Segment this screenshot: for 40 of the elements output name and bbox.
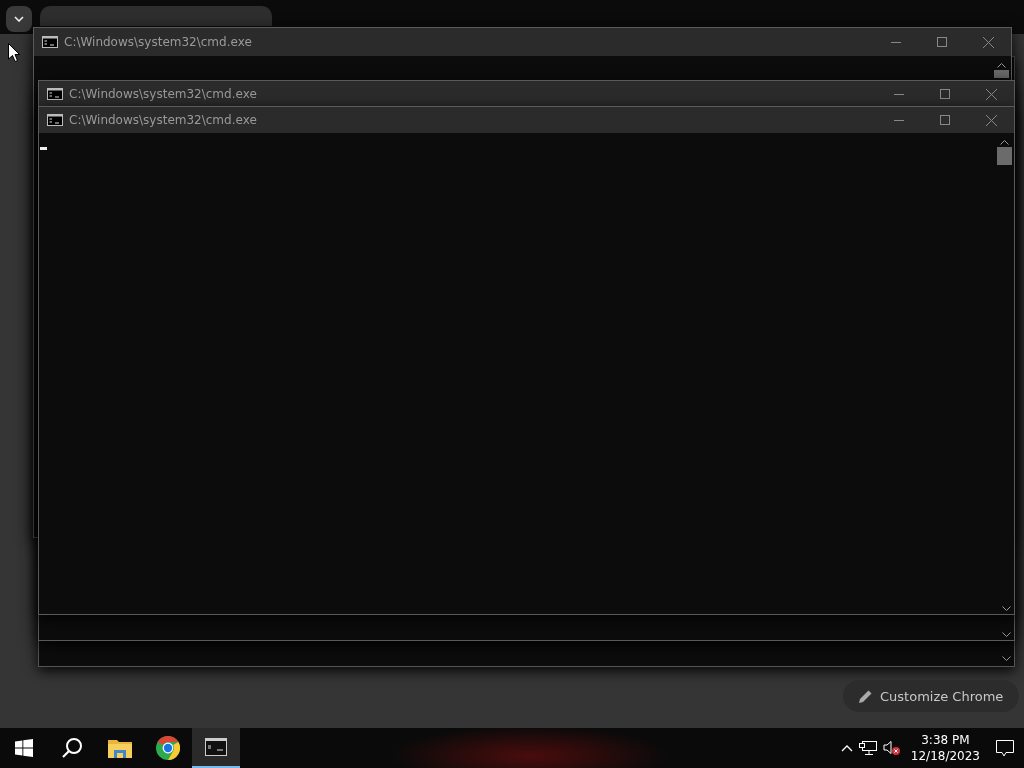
close-icon[interactable] (982, 36, 994, 48)
minimize-icon[interactable] (894, 93, 904, 95)
scroll-down-icon[interactable] (1002, 606, 1011, 612)
close-icon[interactable] (985, 114, 997, 126)
folder-icon (108, 738, 132, 758)
maximize-icon[interactable] (940, 89, 950, 99)
window-title: C:\Windows\system32\cmd.exe (69, 113, 257, 127)
network-icon[interactable] (858, 741, 877, 755)
console-icon (42, 36, 58, 48)
close-icon[interactable] (985, 88, 997, 100)
mouse-pointer-icon (8, 43, 20, 62)
scroll-down-icon[interactable] (1002, 632, 1011, 638)
windows-logo-icon (15, 739, 33, 757)
chrome-icon (156, 736, 180, 760)
terminal-icon (205, 738, 227, 756)
chevron-down-icon (14, 16, 24, 22)
console-icon (47, 88, 63, 100)
scroll-up-icon[interactable] (1000, 139, 1009, 145)
tab-search-button[interactable] (6, 6, 32, 32)
console-icon (47, 114, 63, 126)
scroll-down-icon[interactable] (1002, 656, 1011, 662)
taskbar-button[interactable] (192, 728, 240, 768)
speaker-muted-icon[interactable] (882, 740, 901, 756)
search-icon (61, 737, 83, 759)
scroll-thumb[interactable] (997, 147, 1012, 165)
scroll-thumb[interactable] (994, 70, 1009, 78)
clock-time[interactable]: 3:38 PM (921, 732, 970, 748)
notification-icon[interactable] (996, 739, 1014, 757)
minimize-icon[interactable] (891, 41, 901, 43)
customize-chrome-button[interactable]: Customize Chrome (843, 680, 1020, 712)
scroll-up-icon[interactable] (997, 62, 1006, 68)
minimize-icon[interactable] (894, 119, 904, 121)
window-title: C:\Windows\system32\cmd.exe (69, 87, 257, 101)
pencil-icon (859, 689, 872, 703)
maximize-icon[interactable] (937, 37, 947, 47)
clock-date[interactable]: 12/18/2023 (910, 748, 980, 764)
window-title: C:\Windows\system32\cmd.exe (64, 35, 252, 49)
text-cursor (40, 147, 47, 150)
maximize-icon[interactable] (940, 115, 950, 125)
chevron-up-icon[interactable] (840, 744, 853, 752)
